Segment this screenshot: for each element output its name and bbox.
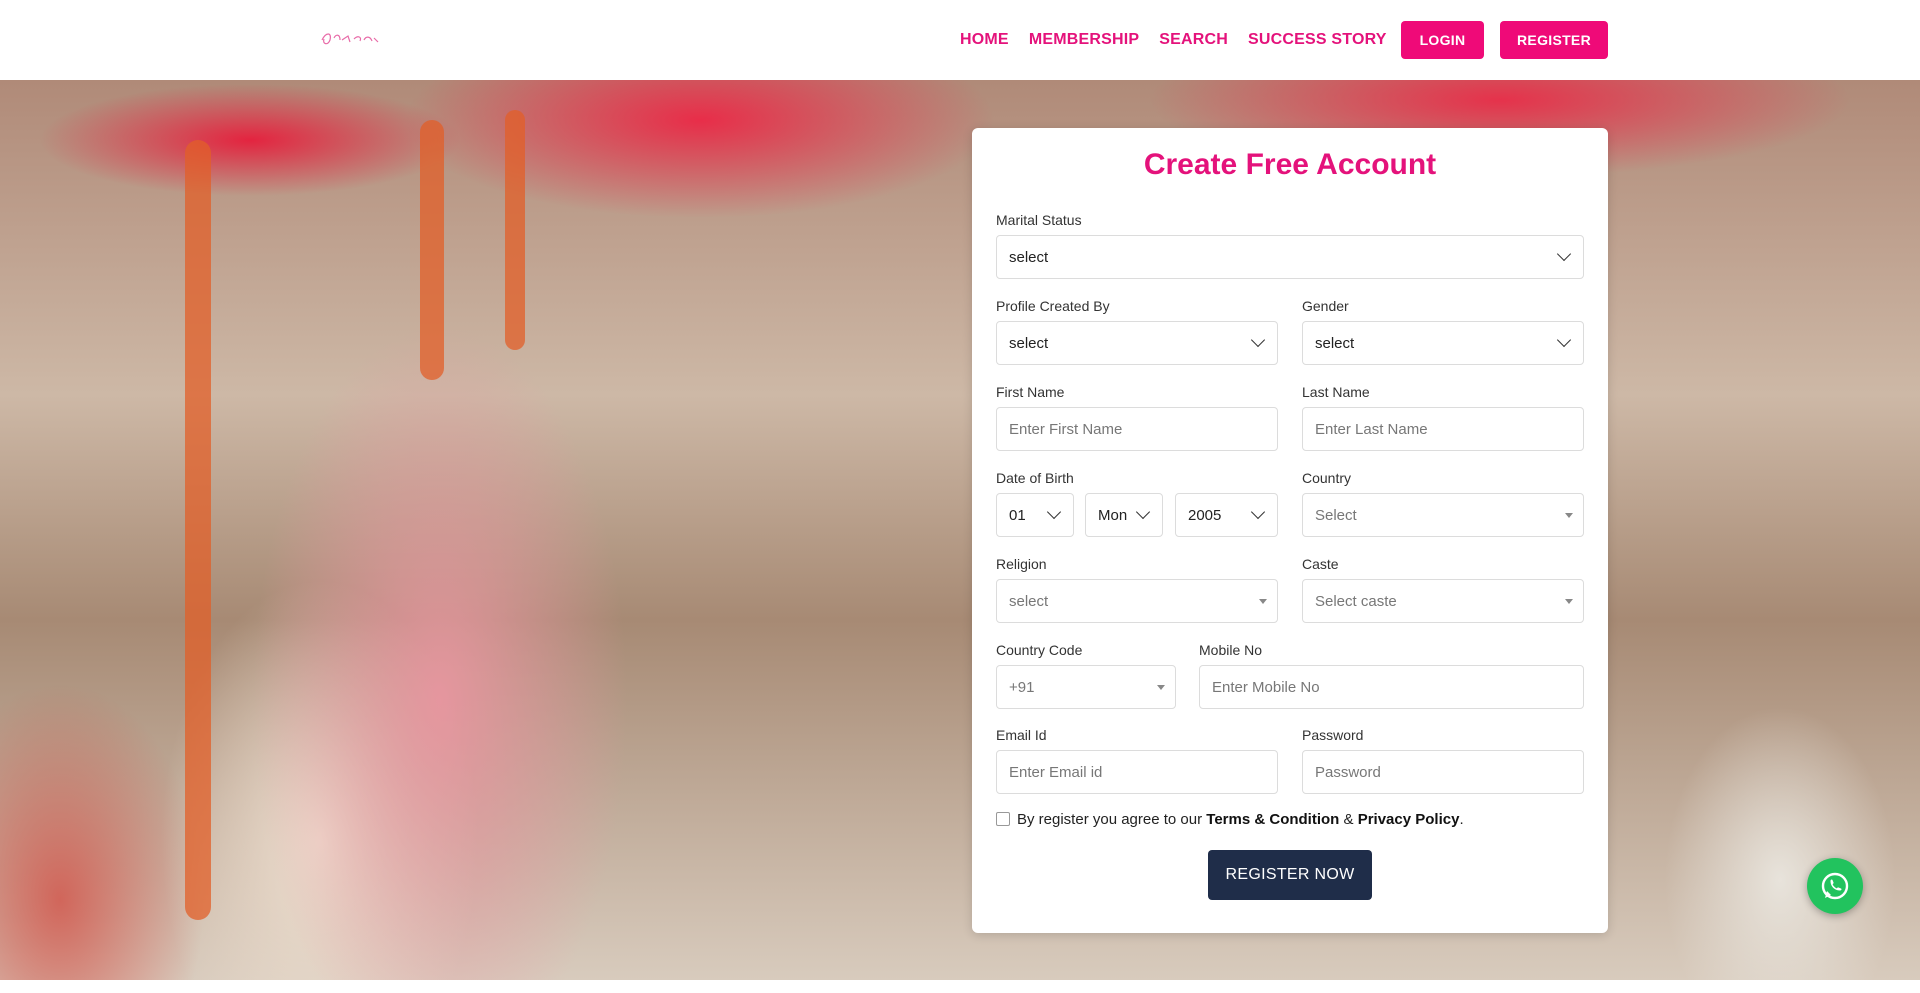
terms-checkbox[interactable] — [996, 812, 1010, 826]
hero-garland-left — [185, 140, 211, 920]
site-header: HOME MEMBERSHIP SEARCH SUCCESS STORY LOG… — [0, 0, 1920, 80]
caret-down-icon — [1157, 685, 1165, 690]
last-name-input[interactable]: Enter Last Name — [1302, 407, 1584, 451]
country-label: Country — [1302, 470, 1352, 486]
marital-status-select[interactable]: select — [996, 235, 1584, 279]
register-button[interactable]: REGISTER — [1500, 21, 1608, 59]
site-logo[interactable] — [318, 26, 382, 52]
dob-month-value: Mon — [1098, 506, 1128, 524]
email-input[interactable]: Enter Email id — [996, 750, 1278, 794]
first-name-input[interactable]: Enter First Name — [996, 407, 1278, 451]
nav-membership[interactable]: MEMBERSHIP — [1029, 31, 1139, 49]
password-input[interactable]: Password — [1302, 750, 1584, 794]
religion-label: Religion — [996, 556, 1047, 572]
marital-status-label: Marital Status — [996, 212, 1082, 228]
caste-value: Select caste — [1315, 592, 1397, 610]
gender-select[interactable]: select — [1302, 321, 1584, 365]
caret-down-icon — [1565, 513, 1573, 518]
last-name-placeholder: Enter Last Name — [1315, 420, 1428, 438]
gender-label: Gender — [1302, 298, 1349, 314]
hero-wedding-image — [0, 80, 1920, 980]
mobile-input[interactable]: Enter Mobile No — [1199, 665, 1584, 709]
country-code-label: Country Code — [996, 642, 1083, 658]
login-button[interactable]: LOGIN — [1401, 21, 1484, 59]
whatsapp-button[interactable] — [1807, 858, 1863, 914]
nav-success-story[interactable]: SUCCESS STORY — [1248, 31, 1387, 49]
marital-status-value: select — [1009, 248, 1049, 266]
dob-day-select[interactable]: 01 — [996, 493, 1074, 537]
gender-value: select — [1315, 334, 1355, 352]
hero-garland-right — [505, 110, 525, 350]
terms-text: By register you agree to our Terms & Con… — [1017, 811, 1464, 828]
privacy-link[interactable]: Privacy Policy — [1358, 811, 1460, 828]
chevron-down-icon — [1135, 504, 1151, 520]
nav-search[interactable]: SEARCH — [1159, 31, 1228, 49]
mobile-placeholder: Enter Mobile No — [1212, 678, 1320, 696]
first-name-label: First Name — [996, 384, 1065, 400]
dob-day-value: 01 — [1009, 506, 1026, 524]
terms-suffix: . — [1459, 811, 1464, 828]
dob-year-select[interactable]: 2005 — [1175, 493, 1278, 537]
terms-amp: & — [1343, 811, 1354, 828]
chevron-down-icon — [1250, 504, 1266, 520]
first-name-placeholder: Enter First Name — [1009, 420, 1123, 438]
profile-created-by-select[interactable]: select — [996, 321, 1278, 365]
password-label: Password — [1302, 727, 1364, 743]
country-value: Select — [1315, 506, 1357, 524]
chevron-down-icon — [1250, 332, 1266, 348]
whatsapp-icon — [1821, 872, 1849, 900]
dob-year-value: 2005 — [1188, 506, 1222, 524]
chevron-down-icon — [1556, 246, 1572, 262]
religion-select[interactable]: select — [996, 579, 1278, 623]
password-placeholder: Password — [1315, 763, 1381, 781]
chevron-down-icon — [1556, 332, 1572, 348]
terms-link[interactable]: Terms & Condition — [1206, 811, 1339, 828]
country-code-value: +91 — [1009, 678, 1035, 696]
chevron-down-icon — [1046, 504, 1062, 520]
register-now-button[interactable]: REGISTER NOW — [1208, 850, 1372, 900]
last-name-label: Last Name — [1302, 384, 1370, 400]
registration-form: Create Free Account Marital Status selec… — [972, 128, 1608, 933]
terms-prefix: By register you agree to our — [1017, 811, 1203, 828]
dob-month-select[interactable]: Mon — [1085, 493, 1163, 537]
caret-down-icon — [1565, 599, 1573, 604]
dob-label: Date of Birth — [996, 470, 1074, 486]
religion-value: select — [1009, 592, 1049, 610]
mobile-label: Mobile No — [1199, 642, 1263, 658]
profile-created-by-value: select — [1009, 334, 1049, 352]
country-select[interactable]: Select — [1302, 493, 1584, 537]
caste-select[interactable]: Select caste — [1302, 579, 1584, 623]
email-label: Email Id — [996, 727, 1047, 743]
nav-home[interactable]: HOME — [960, 31, 1009, 49]
email-placeholder: Enter Email id — [1009, 763, 1103, 781]
form-title: Create Free Account — [1143, 148, 1437, 181]
country-code-select[interactable]: +91 — [996, 665, 1176, 709]
caste-label: Caste — [1302, 556, 1339, 572]
caret-down-icon — [1259, 599, 1267, 604]
profile-created-by-label: Profile Created By — [996, 298, 1110, 314]
hero-garland-mid — [420, 120, 444, 380]
main-nav: HOME MEMBERSHIP SEARCH SUCCESS STORY — [960, 0, 1407, 80]
